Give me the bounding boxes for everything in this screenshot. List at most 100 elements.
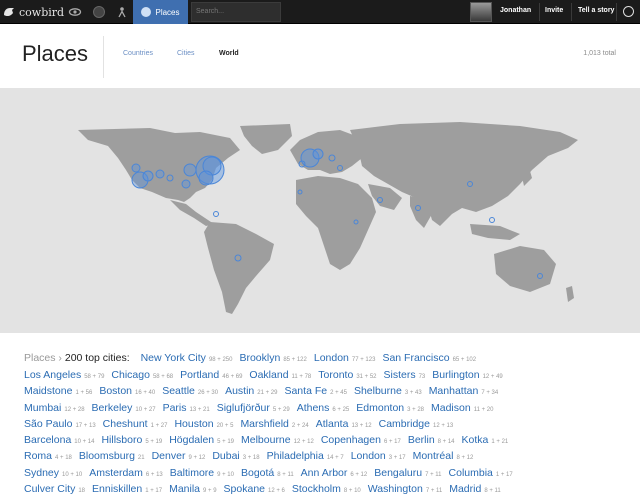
city-link[interactable]: Stockholm bbox=[292, 483, 341, 495]
city-link[interactable]: Washington bbox=[368, 483, 423, 495]
city-link[interactable]: Philadelphia bbox=[267, 450, 324, 462]
city-link[interactable]: San Francisco bbox=[382, 352, 449, 364]
city-stats: 9 + 12 bbox=[188, 455, 206, 462]
city-link[interactable]: Berkeley bbox=[92, 402, 133, 414]
tab-countries[interactable]: Countries bbox=[123, 50, 153, 57]
city-link[interactable]: Austin bbox=[225, 385, 254, 397]
city-link[interactable]: Boston bbox=[99, 385, 132, 397]
city-link[interactable]: Atlanta bbox=[316, 418, 349, 430]
city-link[interactable]: Maidstone bbox=[24, 385, 72, 397]
city-link[interactable]: Hillsboro bbox=[101, 434, 142, 446]
city-link[interactable]: Siglufjörður bbox=[217, 402, 270, 414]
city-link[interactable]: Enniskillen bbox=[92, 483, 142, 495]
city-link[interactable]: Sisters bbox=[384, 369, 416, 381]
city-link[interactable]: Bogotá bbox=[241, 467, 274, 479]
city-link[interactable]: São Paulo bbox=[24, 418, 72, 430]
city-entry: Dubai 3 + 18 bbox=[212, 447, 259, 463]
city-link[interactable]: Athens bbox=[297, 402, 330, 414]
city-link[interactable]: London bbox=[351, 450, 386, 462]
city-link[interactable]: Portland bbox=[180, 369, 219, 381]
city-link[interactable]: Cambridge bbox=[379, 418, 430, 430]
city-stats: 7 + 11 bbox=[425, 488, 443, 495]
city-link[interactable]: Marshfield bbox=[240, 418, 288, 430]
city-link[interactable]: London bbox=[314, 352, 349, 364]
city-link[interactable]: Berlin bbox=[408, 434, 435, 446]
city-stats: 6 + 12 bbox=[350, 471, 368, 478]
world-map[interactable] bbox=[0, 88, 640, 333]
city-link[interactable]: Denver bbox=[152, 450, 186, 462]
help-icon[interactable] bbox=[623, 6, 634, 17]
city-link[interactable]: Bengaluru bbox=[374, 467, 422, 479]
city-link[interactable]: Oakland bbox=[249, 369, 288, 381]
city-link[interactable]: Culver City bbox=[24, 483, 75, 495]
places-nav-tab[interactable]: Places bbox=[133, 0, 188, 24]
eye-icon[interactable] bbox=[68, 5, 82, 19]
list-header: Places › 200 top cities: New York City 98… bbox=[24, 351, 640, 366]
city-link[interactable]: Cheshunt bbox=[103, 418, 148, 430]
city-link[interactable]: Manila bbox=[169, 483, 200, 495]
tab-cities[interactable]: Cities bbox=[177, 50, 195, 57]
city-link[interactable]: New York City bbox=[141, 352, 206, 364]
city-link[interactable]: Madison bbox=[431, 402, 471, 414]
city-link[interactable]: Mumbai bbox=[24, 402, 61, 414]
city-link[interactable]: Sydney bbox=[24, 467, 59, 479]
city-link[interactable]: Brooklyn bbox=[239, 352, 280, 364]
city-stats: 10 + 10 bbox=[62, 471, 83, 478]
greenland bbox=[240, 124, 292, 154]
city-link[interactable]: Edmonton bbox=[356, 402, 404, 414]
city-link[interactable]: Copenhagen bbox=[321, 434, 381, 446]
city-link[interactable]: Seattle bbox=[162, 385, 195, 397]
city-entry: Shelburne 3 + 43 bbox=[354, 382, 422, 398]
city-entry: Washington 7 + 11 bbox=[368, 480, 442, 496]
breadcrumb[interactable]: Places › bbox=[24, 352, 62, 364]
city-link[interactable]: Shelburne bbox=[354, 385, 402, 397]
city-stats: 12 + 6 bbox=[268, 488, 285, 495]
city-stats: 85 + 122 bbox=[283, 357, 307, 363]
city-stats: 98 + 250 bbox=[208, 357, 233, 363]
avatar[interactable] bbox=[470, 2, 492, 22]
city-link[interactable]: Kotka bbox=[462, 434, 489, 446]
tab-world[interactable]: World bbox=[219, 50, 239, 57]
city-stats: 12 + 28 bbox=[64, 406, 85, 413]
invite-link[interactable]: Invite bbox=[545, 7, 563, 14]
city-stats: 6 + 25 bbox=[332, 406, 350, 413]
city-entry: Austin 21 + 29 bbox=[225, 382, 277, 398]
city-stats: 8 + 12 bbox=[456, 455, 474, 462]
search-input[interactable]: Search... bbox=[191, 2, 281, 22]
city-link[interactable]: Högdalen bbox=[169, 434, 214, 446]
city-link[interactable]: Los Angeles bbox=[24, 369, 81, 381]
city-entry: Cambridge 12 + 13 bbox=[379, 415, 454, 431]
city-link[interactable]: Toronto bbox=[318, 369, 353, 381]
city-entry: Denver 9 + 12 bbox=[152, 447, 206, 463]
globe-dark-icon[interactable] bbox=[92, 5, 106, 19]
city-link[interactable]: Chicago bbox=[111, 369, 150, 381]
city-link[interactable]: Manhattan bbox=[429, 385, 479, 397]
city-entry: Kotka 1 + 21 bbox=[462, 431, 509, 447]
city-link[interactable]: Dubai bbox=[212, 450, 239, 462]
city-link[interactable]: Burlington bbox=[432, 369, 479, 381]
city-link[interactable]: Roma bbox=[24, 450, 52, 462]
brand-logo[interactable]: cowbird bbox=[2, 3, 64, 21]
city-link[interactable]: Spokane bbox=[224, 483, 265, 495]
city-entry: Bloomsburg 21 bbox=[79, 447, 145, 463]
person-icon[interactable] bbox=[115, 5, 129, 19]
user-name-link[interactable]: Jonathan bbox=[500, 7, 531, 14]
city-link[interactable]: Madrid bbox=[449, 483, 481, 495]
city-entry: Spokane 12 + 6 bbox=[224, 480, 285, 496]
city-link[interactable]: Barcelona bbox=[24, 434, 71, 446]
south-america bbox=[204, 222, 274, 314]
city-link[interactable]: Santa Fe bbox=[284, 385, 327, 397]
city-link[interactable]: Paris bbox=[163, 402, 187, 414]
city-link[interactable]: Amsterdam bbox=[89, 467, 143, 479]
city-entry: Högdalen 5 + 19 bbox=[169, 431, 234, 447]
city-link[interactable]: Columbia bbox=[449, 467, 493, 479]
city-stats: 31 + 52 bbox=[356, 374, 377, 380]
city-link[interactable]: Baltimore bbox=[170, 467, 214, 479]
city-link[interactable]: Bloomsburg bbox=[79, 450, 135, 462]
city-link[interactable]: Houston bbox=[174, 418, 213, 430]
tell-story-link[interactable]: Tell a story bbox=[578, 7, 614, 14]
city-entry: Maidstone 1 + 56 bbox=[24, 382, 92, 398]
city-link[interactable]: Ann Arbor bbox=[301, 467, 348, 479]
city-link[interactable]: Montréal bbox=[413, 450, 454, 462]
city-link[interactable]: Melbourne bbox=[241, 434, 291, 446]
